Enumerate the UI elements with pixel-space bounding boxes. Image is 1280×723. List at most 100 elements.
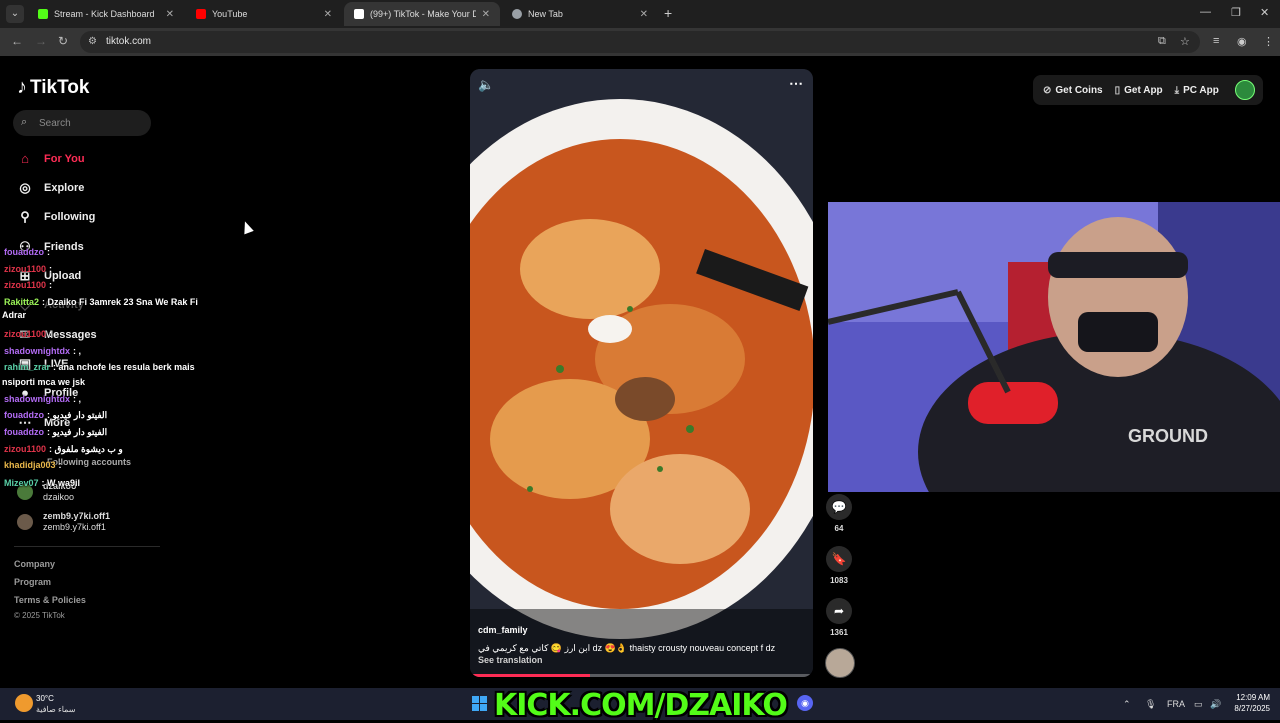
video-progress-fill bbox=[470, 674, 591, 677]
tab-youtube[interactable]: YouTube ✕ bbox=[186, 2, 342, 26]
window-close-icon[interactable]: ✕ bbox=[1260, 6, 1269, 19]
back-arrow-icon[interactable]: ← bbox=[11, 34, 23, 48]
language-indicator[interactable]: FRA bbox=[1167, 699, 1185, 709]
volume-tray-icon[interactable]: 🔊 bbox=[1210, 699, 1221, 710]
save-action[interactable]: 🔖 1083 bbox=[825, 546, 853, 585]
following-icon: ⚲ bbox=[20, 209, 30, 224]
profile-avatar[interactable] bbox=[1235, 80, 1255, 100]
tiktok-logo[interactable]: ♪ TikTok bbox=[17, 76, 89, 99]
chat-username[interactable]: fouaddzo bbox=[4, 410, 44, 420]
chat-username[interactable]: zizou1100 bbox=[4, 444, 46, 454]
forward-arrow-icon[interactable]: → bbox=[35, 34, 47, 48]
chat-username[interactable]: khadidja003 bbox=[4, 460, 56, 470]
chat-text: nsiporti mca we jsk bbox=[2, 377, 86, 387]
chat-text: : و ب ديشوة ملفوق bbox=[49, 444, 123, 454]
chat-username[interactable]: zizou1100 bbox=[4, 329, 46, 339]
address-bar[interactable]: ⚙ tiktok.com bbox=[80, 31, 1200, 53]
globe-icon bbox=[512, 9, 522, 19]
tab-search-icon[interactable]: ⌄ bbox=[6, 5, 24, 23]
nav-following[interactable]: ⚲ Following bbox=[17, 209, 95, 225]
chat-text: : bbox=[58, 460, 62, 470]
share-icon[interactable]: ➦ bbox=[826, 598, 852, 624]
svg-text:GROUND: GROUND bbox=[1128, 426, 1208, 446]
chat-text: : bbox=[49, 264, 53, 274]
tab-new-tab[interactable]: New Tab ✕ bbox=[502, 2, 658, 26]
comment-action[interactable]: 💬 64 bbox=[825, 494, 853, 533]
microphone-icon[interactable]: 🎙 bbox=[1145, 699, 1156, 710]
chat-text: : , bbox=[73, 394, 81, 404]
see-translation-link[interactable]: See translation bbox=[478, 655, 543, 665]
close-icon[interactable]: ✕ bbox=[482, 9, 490, 20]
nav-for-you[interactable]: ⌂ For You bbox=[17, 151, 84, 166]
nav-explore[interactable]: ◎ Explore bbox=[17, 180, 84, 196]
share-action[interactable]: ➦ 1361 bbox=[825, 598, 853, 637]
chat-text: : bbox=[49, 280, 53, 290]
chat-username[interactable]: zizou1100 bbox=[4, 264, 46, 274]
chat-username[interactable]: shadownightdx bbox=[4, 394, 70, 404]
chat-text: : bbox=[49, 329, 53, 339]
chat-username[interactable]: rahim_zrar bbox=[4, 362, 50, 372]
chat-username[interactable]: fouaddzo bbox=[4, 427, 44, 437]
account-icon[interactable]: ◉ bbox=[1237, 35, 1247, 48]
get-app-button[interactable]: ▯ Get App bbox=[1115, 85, 1163, 96]
restore-icon[interactable]: ❐ bbox=[1231, 6, 1241, 19]
site-info-icon[interactable]: ⚙ bbox=[88, 36, 97, 47]
tray-chevron-icon[interactable]: ⌃ bbox=[1123, 699, 1131, 710]
network-icon[interactable]: ▭ bbox=[1194, 699, 1203, 710]
discord-icon[interactable]: ◉ bbox=[797, 695, 813, 711]
search-input[interactable]: ⌕ Search bbox=[13, 110, 151, 136]
tab-kick-dashboard[interactable]: Stream - Kick Dashboard ✕ bbox=[28, 2, 184, 26]
chat-message: fouaddzo: الفيتو دار فيديو bbox=[4, 427, 107, 438]
chat-message: khadidja003: bbox=[4, 460, 62, 470]
url-text: tiktok.com bbox=[106, 36, 152, 47]
chat-message: rahim_zrar: ana nchofe les resula berk m… bbox=[4, 362, 195, 372]
comment-icon[interactable]: 💬 bbox=[826, 494, 852, 520]
coin-icon: ⊘ bbox=[1043, 84, 1052, 96]
chat-message: Mizev07: W wa9il bbox=[4, 478, 80, 488]
chat-username[interactable]: Mizev07 bbox=[4, 478, 39, 488]
chat-username[interactable]: zizou1100 bbox=[4, 280, 46, 290]
chat-message: zizou1100: bbox=[4, 329, 52, 339]
creator-avatar[interactable] bbox=[825, 648, 855, 678]
video-author[interactable]: cdm_family bbox=[478, 625, 528, 635]
weather-desc: سماء صافية bbox=[36, 705, 76, 714]
chat-username[interactable]: Rakitta2 bbox=[4, 297, 39, 307]
chat-username[interactable]: shadownightdx bbox=[4, 346, 70, 356]
volume-icon[interactable]: 🔈 bbox=[478, 77, 494, 93]
reload-icon[interactable]: ↻ bbox=[58, 34, 68, 48]
video-player[interactable]: 🔈 ⋯ cdm_family ابن ارز 😋 كاتي مع كريمي ف… bbox=[470, 69, 813, 677]
windows-start-icon[interactable] bbox=[472, 696, 487, 711]
close-icon[interactable]: ✕ bbox=[166, 9, 174, 20]
bookmark-star-icon[interactable]: ☆ bbox=[1180, 35, 1190, 48]
chat-text: : الفيتو دار فيديو bbox=[47, 410, 108, 420]
close-icon[interactable]: ✕ bbox=[640, 9, 648, 20]
pc-app-button[interactable]: ⤓ PC App bbox=[1175, 85, 1219, 96]
chat-username[interactable]: fouaddzo bbox=[4, 247, 44, 257]
new-tab-plus-icon[interactable]: + bbox=[664, 5, 672, 21]
kebab-menu-icon[interactable]: ⋮ bbox=[1263, 35, 1274, 48]
minimize-icon[interactable]: — bbox=[1200, 6, 1211, 18]
download-icon: ⤓ bbox=[1174, 84, 1180, 96]
get-coins-button[interactable]: ⊘ Get Coins bbox=[1043, 85, 1103, 96]
weather-icon[interactable] bbox=[15, 694, 33, 712]
chat-message: shadownightdx: , bbox=[4, 394, 81, 404]
system-clock[interactable]: 12:09 AM 8/27/2025 bbox=[1228, 692, 1270, 714]
install-app-icon[interactable]: ⧉ bbox=[1158, 35, 1166, 48]
home-icon: ⌂ bbox=[21, 151, 29, 166]
tab-tiktok[interactable]: (99+) TikTok - Make Your Day ✕ bbox=[344, 2, 500, 26]
chat-text: : ana nchofe les resula berk mais bbox=[53, 362, 195, 372]
youtube-favicon-icon bbox=[196, 9, 206, 19]
following-account-item[interactable]: zemb9.y7ki.off1 zemb9.y7ki.off1 bbox=[17, 511, 110, 533]
footer-link-program[interactable]: Program bbox=[14, 577, 51, 587]
media-controls-icon[interactable]: ≡ bbox=[1213, 35, 1219, 47]
footer-link-terms[interactable]: Terms & Policies bbox=[14, 595, 86, 605]
more-options-icon[interactable]: ⋯ bbox=[789, 75, 803, 92]
bookmark-icon[interactable]: 🔖 bbox=[826, 546, 852, 572]
tiktok-note-icon: ♪ bbox=[17, 76, 27, 98]
close-icon[interactable]: ✕ bbox=[324, 9, 332, 20]
tiktok-favicon-icon bbox=[354, 9, 364, 19]
chat-text: : W wa9il bbox=[41, 478, 81, 488]
video-caption: ابن ارز 😋 كاتي مع كريمي في dz 😍👌 thaisty… bbox=[478, 643, 776, 653]
footer-link-company[interactable]: Company bbox=[14, 559, 55, 569]
video-progress-bar[interactable] bbox=[470, 674, 813, 677]
